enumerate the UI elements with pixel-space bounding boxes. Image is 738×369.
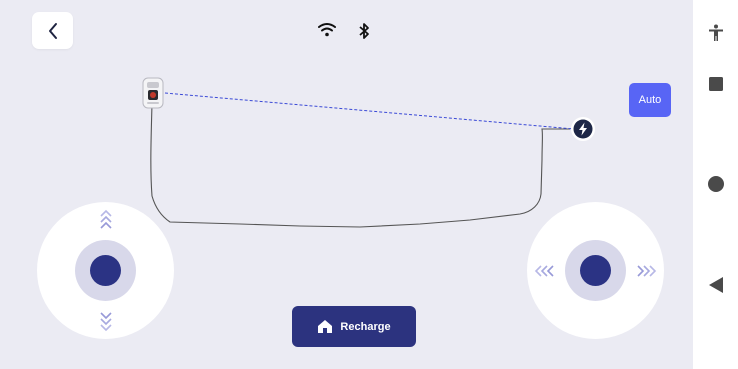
- home-circle-icon: [707, 176, 724, 192]
- recents-icon: [708, 77, 723, 91]
- joystick-knob[interactable]: [90, 255, 121, 286]
- auto-mode-button[interactable]: Auto: [629, 83, 671, 117]
- back-nav-button[interactable]: [693, 277, 738, 293]
- recharge-button[interactable]: Recharge: [292, 306, 416, 347]
- accessibility-button[interactable]: [693, 24, 738, 42]
- system-nav-bar: [693, 0, 738, 369]
- left-right-joystick[interactable]: [527, 202, 664, 339]
- accessibility-icon: [708, 24, 723, 41]
- up-arrows-icon: [100, 209, 112, 229]
- down-arrows-icon: [100, 312, 112, 332]
- right-arrows-icon: [637, 265, 657, 277]
- back-triangle-icon: [708, 277, 723, 293]
- status-bar: [318, 22, 378, 40]
- joystick-ring: [75, 240, 136, 301]
- app-screen: Auto Recharge: [0, 0, 693, 369]
- bluetooth-icon: [359, 23, 369, 39]
- joystick-ring: [565, 240, 626, 301]
- robot-mower-icon[interactable]: [141, 77, 165, 109]
- link-line: [164, 92, 575, 130]
- mowed-path: [150, 103, 570, 228]
- wifi-icon: [318, 23, 336, 37]
- charging-station-icon[interactable]: [570, 116, 596, 142]
- recharge-label: Recharge: [340, 320, 391, 333]
- back-button[interactable]: [32, 12, 73, 49]
- left-arrows-icon: [534, 265, 554, 277]
- home-nav-button[interactable]: [693, 176, 738, 192]
- chevron-left-icon: [48, 22, 57, 39]
- recents-button[interactable]: [693, 77, 738, 91]
- home-icon: [318, 320, 333, 333]
- forward-backward-joystick[interactable]: [37, 202, 174, 339]
- joystick-knob[interactable]: [580, 255, 611, 286]
